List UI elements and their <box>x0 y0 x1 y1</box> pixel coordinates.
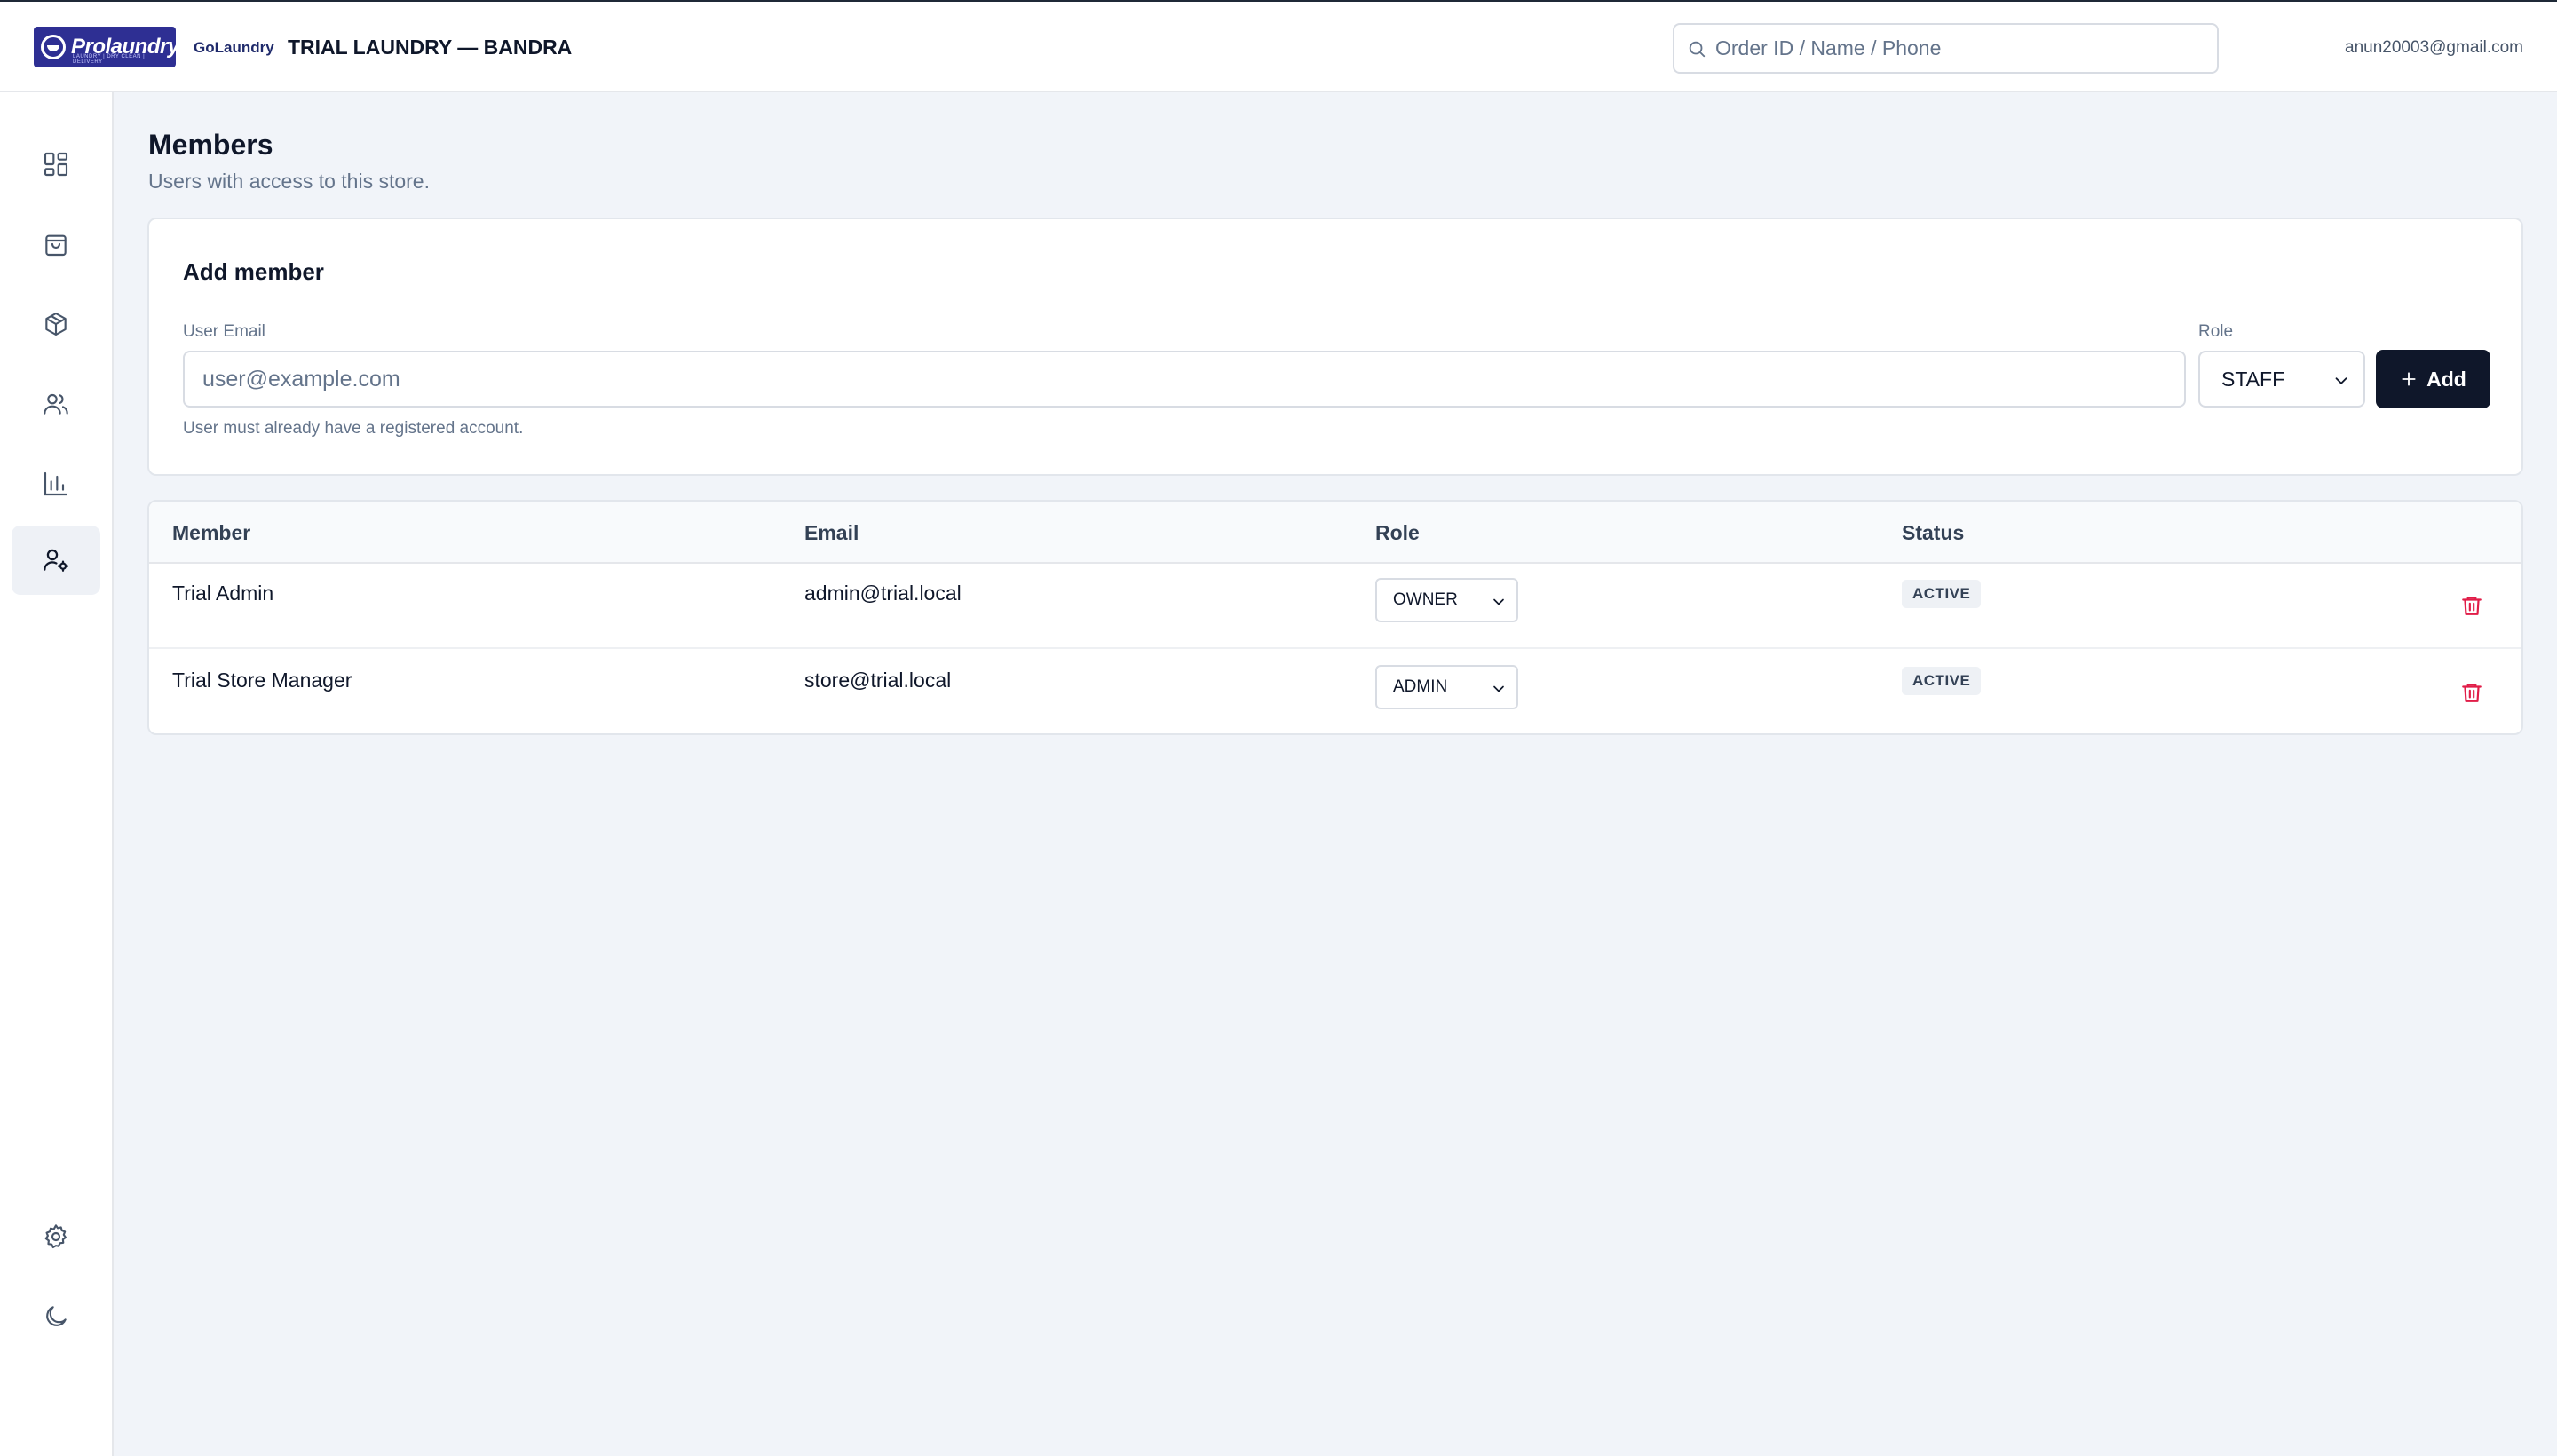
delete-member-button[interactable] <box>2458 677 2486 708</box>
trash-icon <box>2462 597 2482 615</box>
column-header-member: Member <box>172 521 251 544</box>
sidebar-item-orders[interactable] <box>12 210 100 279</box>
sidebar-item-products[interactable] <box>12 289 100 359</box>
email-field[interactable] <box>183 351 2186 408</box>
member-email: store@trial.local <box>804 669 952 692</box>
status-badge: ACTIVE <box>1902 667 1982 695</box>
chevron-down-icon <box>2335 377 2347 384</box>
user-cog-icon <box>44 549 69 572</box>
store-title: TRIAL LAUNDRY — BANDRA <box>288 36 573 59</box>
logo-tagline: LAUNDRY | DRY CLEAN | DELIVERY <box>73 54 146 65</box>
plus-icon <box>2402 372 2416 386</box>
add-member-title: Add member <box>183 258 324 285</box>
column-header-status: Status <box>1902 521 1965 544</box>
role-label: Role <box>2198 322 2234 341</box>
helper-text: User must already have a registered acco… <box>183 419 524 438</box>
bar-chart-icon <box>44 471 68 496</box>
users-icon <box>44 393 68 415</box>
member-email: admin@trial.local <box>804 582 962 605</box>
shopping-bag-icon <box>45 234 67 257</box>
top-bar: Prolaundry LAUNDRY | DRY CLEAN | DELIVER… <box>0 0 2557 92</box>
moon-icon <box>46 1306 67 1326</box>
page-subtitle: Users with access to this store. <box>148 170 430 193</box>
role-select-value: STAFF <box>2221 367 2285 391</box>
sidebar-item-dashboard[interactable] <box>12 130 100 199</box>
prolaundry-logo[interactable]: Prolaundry LAUNDRY | DRY CLEAN | DELIVER… <box>34 27 179 67</box>
brand-name: GoLaundry <box>194 39 274 56</box>
sidebar-item-members[interactable] <box>12 526 100 595</box>
sidebar-item-customers[interactable] <box>12 369 100 439</box>
table-header: Member Email Role Status <box>149 502 2521 564</box>
page-title: Members <box>148 129 273 161</box>
role-select[interactable]: STAFF <box>2198 351 2365 408</box>
email-label: User Email <box>183 322 265 341</box>
member-name: Trial Store Manager <box>172 669 352 692</box>
member-role-value: ADMIN <box>1393 677 1448 696</box>
logo-icon <box>41 35 66 59</box>
member-role-select[interactable]: ADMIN <box>1375 665 1518 709</box>
table-row: Trial Admin admin@trial.local OWNER ACTI… <box>149 564 2521 649</box>
user-email[interactable]: anun20003@gmail.com <box>2345 38 2523 58</box>
sidebar-item-settings[interactable] <box>12 1202 100 1271</box>
theme-toggle[interactable] <box>12 1282 100 1351</box>
column-header-role: Role <box>1375 521 1420 544</box>
table-row: Trial Store Manager store@trial.local AD… <box>149 651 2521 733</box>
search-icon <box>1689 41 1706 57</box>
search-input[interactable] <box>1715 36 2195 60</box>
delete-member-button[interactable] <box>2458 590 2486 621</box>
chevron-down-icon <box>1493 685 1504 692</box>
member-name: Trial Admin <box>172 582 274 605</box>
package-icon <box>45 312 67 336</box>
sidebar-item-reports[interactable] <box>12 449 100 518</box>
members-table: Member Email Role Status Trial Admin adm… <box>147 500 2523 735</box>
settings-icon <box>44 1224 67 1249</box>
sidebar: N <box>0 92 114 1456</box>
trash-icon <box>2462 684 2482 702</box>
add-member-button[interactable]: Add <box>2376 350 2490 408</box>
global-search[interactable] <box>1673 23 2219 74</box>
status-badge: ACTIVE <box>1902 580 1982 608</box>
add-button-label: Add <box>2426 367 2466 391</box>
member-role-select[interactable]: OWNER <box>1375 578 1518 622</box>
add-member-card: Add member User Email Role STAFF Add Use… <box>147 218 2523 476</box>
chevron-down-icon <box>1493 598 1504 605</box>
member-role-value: OWNER <box>1393 590 1458 609</box>
column-header-email: Email <box>804 521 859 544</box>
dashboard-icon <box>44 152 68 177</box>
